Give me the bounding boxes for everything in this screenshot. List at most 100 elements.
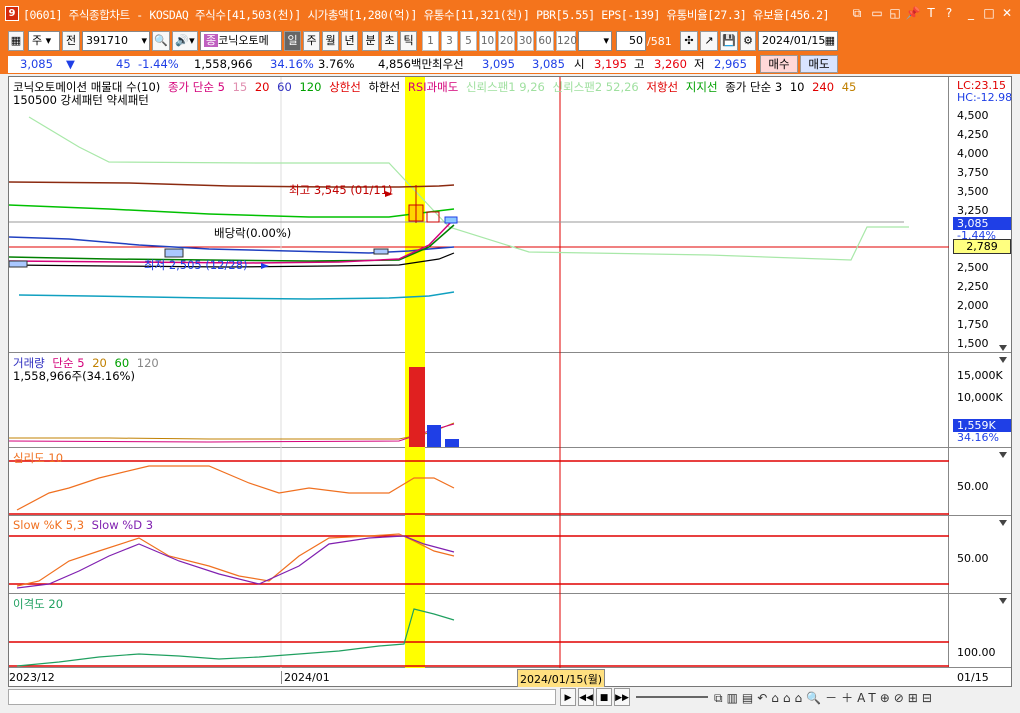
interval-button[interactable]: 60 [536,31,554,51]
quote-bar: 3,085 ▼ 45 -1.44% 1,558,966 34.16% 3.76%… [0,54,1020,74]
disparity-line [16,608,455,667]
y-tick: 10,000K [957,391,1003,404]
y-tick: 3,250 [957,204,989,217]
price-plot[interactable]: 최고 3,545 (01/11) 배당락(0.00%) 최저 2,505 (12… [9,77,949,353]
period-day-button[interactable]: 일 [284,31,301,51]
period-week-button[interactable]: 주 [303,31,320,51]
interval-button[interactable]: 120 [556,31,577,51]
y-tick: 4,000 [957,147,989,160]
period-sec-button[interactable]: 초 [381,31,398,51]
y-tick: 50.00 [957,552,989,565]
legend-item: 20 [254,80,270,94]
stock-code-input[interactable]: 391710 ▾ [82,31,150,51]
stock-name-field[interactable]: 종 코닉오토메 [200,31,282,51]
stochastic-plot[interactable]: Slow %K 5,3 Slow %D 3 [9,516,949,594]
rewind-icon[interactable]: ◀◀ [578,688,594,706]
horizontal-scrollbar[interactable] [8,689,556,705]
legend-item: 신뢰스팬2 52,26 [552,80,639,94]
draw-icon[interactable]: ↗ [700,31,718,51]
dividend-note: 배당락(0.00%) [214,226,291,240]
window-title: [0601] 주식종합차트 - KOSDAQ 주식수[41,503(천)] 시가… [23,8,830,22]
window-close-button[interactable]: ✕ [998,5,1016,21]
date-input[interactable]: 2024/01/15 ▦ [758,31,838,51]
period-tick-button[interactable]: 틱 [400,31,417,51]
chart-tools[interactable]: ⧉▥▤↶⌂⌂⌂🔍－＋AT⊕⊘⊞⊟ [714,689,936,706]
panel-menu-icon[interactable] [999,598,1007,606]
cross-price-tag: 2,789 [953,239,1011,254]
legend-item: Slow %D 3 [91,518,154,532]
y-tick: 15,000K [957,369,1003,382]
disparity-plot[interactable]: 이격도 20 [9,594,949,668]
stop-icon[interactable]: ■ [596,688,612,706]
chart-area[interactable]: 최고 3,545 (01/11) 배당락(0.00%) 최저 2,505 (12… [8,76,1012,689]
volume-bar [445,439,459,447]
price-panel: 최고 3,545 (01/11) 배당락(0.00%) 최저 2,505 (12… [9,77,1012,353]
pin-icon[interactable]: 📌 [904,5,922,21]
speaker-icon[interactable]: 🔊▾ [172,31,198,51]
interval-button[interactable]: 20 [498,31,515,51]
legend-item: 15 [232,80,248,94]
pattern-legend: 150500 강세패턴 약세패턴 [13,93,149,107]
save-icon[interactable]: 💾 [720,31,738,51]
prev-button[interactable]: 전 [62,31,80,51]
y-tick: 1,500 [957,337,989,350]
buy-button[interactable]: 매수 [760,55,798,73]
period-month-button[interactable]: 월 [322,31,339,51]
count-input[interactable]: 50 [616,31,646,51]
open-label: 시 [574,57,585,71]
interval-button[interactable]: 1 [422,31,439,51]
interval-button[interactable]: 5 [460,31,477,51]
legend-item: 10 [789,80,805,94]
span1-line [28,116,909,261]
low-value: 2,965 [714,57,747,71]
legend-item: 신뢰스팬1 9,26 [465,80,545,94]
interval-button[interactable]: 10 [479,31,496,51]
sell-button[interactable]: 매도 [800,55,838,73]
slow-d-line [16,535,455,589]
zoom-slider[interactable] [636,696,708,698]
panel-menu-icon[interactable] [999,452,1007,460]
gear-icon[interactable]: ⚙ [740,31,756,51]
trade-amount: 4,856백만 [378,57,433,71]
high-value: 3,260 [654,57,687,71]
y-tick: 4,250 [957,128,989,141]
font-icon[interactable]: T [922,5,940,21]
low-note: 최저 2,505 (12/28) [144,258,248,272]
panel-menu-icon[interactable] [999,520,1007,528]
quote-line: 3,085 ▼ 45 -1.44% 1,558,966 34.16% 3.76%… [8,56,756,73]
link-icon[interactable]: ⧉ [848,5,866,21]
y-tick: 2,500 [957,261,989,274]
minimize-icon[interactable]: ▭ [868,5,886,21]
play-icon[interactable]: ▶ [560,688,576,706]
settings-toggle-button[interactable]: ▦ [8,31,24,51]
volume-plot[interactable]: 거래량 단순 5 20 60 120 1,558,966주(34.16%) [9,353,949,448]
volume-value: 1,558,966 [194,57,253,71]
band-lower-line [18,291,455,300]
interval-button[interactable]: 30 [517,31,534,51]
mode-select[interactable]: 주 ▾ [28,31,60,51]
x-tick: 01/15 [957,671,989,684]
period-year-button[interactable]: 년 [341,31,358,51]
psychology-legend: 심리도 10 [13,451,64,465]
forward-icon[interactable]: ▶▶ [614,688,630,706]
legend-item: RSI과매도 [407,80,459,94]
best-bid: 3,085 [532,57,565,71]
legend-item: 종가 단순 5 [167,80,225,94]
window-minimize-button[interactable]: _ [962,5,980,21]
period-min-button[interactable]: 분 [362,31,379,51]
volume-panel: 거래량 단순 5 20 60 120 1,558,966주(34.16%) 15… [9,353,1011,448]
panel-menu-icon[interactable] [999,357,1007,365]
app-icon: 9 [5,6,19,21]
psychology-plot[interactable]: 심리도 10 [9,448,949,516]
help-icon[interactable]: ? [940,5,958,21]
interval-select[interactable]: ▾ [578,31,612,51]
legend-item: 상한선 [329,80,361,94]
panel-menu-icon[interactable] [999,345,1007,353]
interval-button[interactable]: 3 [441,31,458,51]
restore-icon[interactable]: ◱ [886,5,904,21]
search-icon[interactable]: 🔍 [152,31,170,51]
window-maximize-button[interactable]: □ [980,5,998,21]
x-axis: 2023/12 2024/01 2024/01/15(월) 01/15 [9,669,1011,689]
tools-icon[interactable]: ✣ [680,31,698,51]
open-value: 3,195 [594,57,627,71]
